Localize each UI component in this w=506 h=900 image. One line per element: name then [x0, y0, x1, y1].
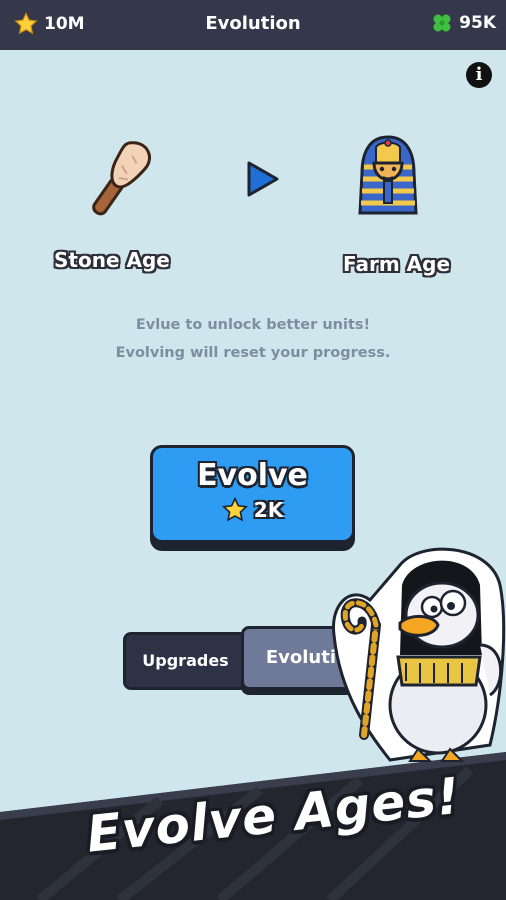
club-icon: [92, 141, 151, 216]
evolve-cost: 2K: [153, 497, 352, 523]
pharaoh-mask-icon: [358, 135, 418, 215]
description-line-2: Evolving will reset your progress.: [115, 345, 391, 361]
info-button[interactable]: i: [466, 62, 492, 88]
clover-counter: 95K: [431, 12, 496, 34]
description-line-1: Evlue to unlock better units!: [135, 317, 371, 333]
promo-banner-text: Evolve Ages!: [84, 766, 464, 864]
next-age-label: Farm Age: [343, 252, 451, 276]
page-title: Evolution: [205, 13, 301, 34]
evolve-cost-value: 2K: [253, 498, 284, 522]
clover-value: 95K: [459, 13, 496, 33]
evolve-button-label: Evolve: [197, 458, 308, 493]
goose-pharaoh-mascot: [331, 547, 506, 762]
star-icon: [221, 497, 248, 522]
play-arrow-icon: [247, 161, 279, 197]
current-age-label: Stone Age: [54, 248, 170, 272]
clover-icon: [433, 14, 451, 32]
evolve-button[interactable]: Evolve 2K: [150, 445, 355, 543]
top-bar: 10M Evolution 95K: [0, 0, 506, 50]
tab-upgrades[interactable]: Upgrades: [123, 632, 248, 690]
